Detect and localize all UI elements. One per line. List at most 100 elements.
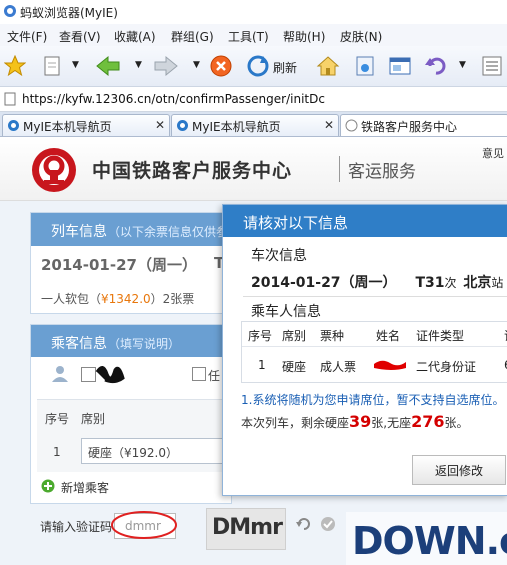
tab-blank-icon xyxy=(345,119,358,132)
refresh-label[interactable]: 刷新 xyxy=(273,59,297,76)
back-arrow-icon xyxy=(96,55,120,77)
seat-select-value: 硬座（¥192.0） xyxy=(88,446,178,460)
tab-bar: MyIE本机导航页 ✕ MyIE本机导航页 ✕ 铁路客户服务中心 xyxy=(0,112,507,137)
forward-button[interactable] xyxy=(152,52,180,80)
menu-favorites[interactable]: 收藏(A) xyxy=(114,28,156,45)
dialog-title: 请核对以下信息 xyxy=(243,214,349,232)
favorites-star-button[interactable] xyxy=(1,52,29,80)
col-header: 证件类型 xyxy=(416,329,465,343)
remain-prefix: 本次列车，剩余硬座 xyxy=(241,416,350,430)
page-icon xyxy=(4,92,16,106)
refresh-icon xyxy=(247,55,269,77)
table-row: 1 硬座 成人票 二代身份证 6 xyxy=(242,346,507,382)
add-icon[interactable] xyxy=(41,479,55,493)
dialog-date: 2014-01-27（周一） xyxy=(251,275,397,291)
option-checkbox[interactable] xyxy=(192,367,206,381)
option-label: 任 xyxy=(208,369,221,383)
window-titlebar: 蚂蚁浏览器(MyIE) xyxy=(0,0,507,24)
down-cc-watermark: DOWN.cc xyxy=(346,512,507,565)
menu-help[interactable]: 帮助(H) xyxy=(283,28,325,45)
undo-dropdown-icon[interactable]: ▼ xyxy=(459,60,466,70)
dialog-table-header: 序号 席别 票种 姓名 证件类型 证 xyxy=(242,322,507,347)
dialog-passenger-table: 序号 席别 票种 姓名 证件类型 证 1 硬座 成人票 二代身份证 6 xyxy=(241,321,507,383)
remain-hard-count: 39 xyxy=(349,412,372,431)
back-button[interactable] xyxy=(94,52,122,80)
refresh-button[interactable] xyxy=(244,52,272,80)
menu-view[interactable]: 查看(V) xyxy=(59,28,101,45)
back-modify-button[interactable]: 返回修改 xyxy=(412,455,506,485)
confirm-dialog: 请核对以下信息 车次信息 2014-01-27（周一） T31次 北京站（ 乘车… xyxy=(222,204,507,496)
forward-dropdown-icon[interactable]: ▼ xyxy=(193,60,200,70)
forward-arrow-icon xyxy=(154,55,178,77)
train-info-note: （以下余票信息仅供参 xyxy=(108,225,229,239)
cell-seat: 硬座 xyxy=(282,360,307,374)
star-icon xyxy=(4,55,26,77)
window-title: 蚂蚁浏览器(MyIE) xyxy=(20,6,118,20)
tab-railway-service[interactable]: 铁路客户服务中心 xyxy=(340,114,507,136)
menu-skin[interactable]: 皮肤(N) xyxy=(340,28,382,45)
menu-file[interactable]: 文件(F) xyxy=(7,28,47,45)
menu-tools[interactable]: 工具(T) xyxy=(228,28,269,45)
window-button[interactable] xyxy=(386,52,414,80)
passenger-checkbox[interactable] xyxy=(81,367,96,382)
train-info-title: 列车信息 xyxy=(51,224,107,240)
refresh-captcha-icon[interactable] xyxy=(296,516,312,532)
tab-myie-nav-2[interactable]: MyIE本机导航页 ✕ xyxy=(171,114,339,136)
tab-close-icon[interactable]: ✕ xyxy=(324,118,334,132)
new-page-button[interactable] xyxy=(38,52,66,80)
feedback-link[interactable]: 意见 xyxy=(482,145,504,161)
seat-info: 一人软包（ xyxy=(41,292,102,306)
tab-label: 铁路客户服务中心 xyxy=(361,120,458,134)
dialog-train-unit: 次 xyxy=(444,276,457,290)
list-button[interactable] xyxy=(478,52,506,80)
dialog-station: 北京 xyxy=(463,275,492,291)
col-header: 席别 xyxy=(282,329,307,343)
cell-id-type: 二代身份证 xyxy=(416,360,477,374)
stop-icon xyxy=(210,55,232,77)
passenger-note[interactable]: （填写说明） xyxy=(108,335,180,352)
seat-price: ¥1342.0 xyxy=(101,292,151,306)
redacted-name-scribble xyxy=(95,366,125,384)
col-header: 序号 xyxy=(248,329,273,343)
site-title: 中国铁路客户服务中心 xyxy=(92,160,293,182)
captcha-text: DMmr xyxy=(212,515,283,540)
header-divider xyxy=(339,156,340,182)
passenger-table: 序号 席别 1 硬座（¥192.0） xyxy=(37,399,231,472)
annotation-ellipse xyxy=(111,511,177,539)
dialog-station-unit: 站（ xyxy=(491,276,507,290)
address-url[interactable]: https://kyfw.12306.cn/otn/confirmPasseng… xyxy=(22,92,325,106)
home-button[interactable] xyxy=(314,52,342,80)
toolbar: ▼ ▼ ▼ 刷新 ▼ xyxy=(0,46,507,87)
train-info-header: 列车信息 （以下余票信息仅供参 xyxy=(31,213,231,246)
train-info-panel: 列车信息 （以下余票信息仅供参 2014-01-27（周一） T 一人软包（¥1… xyxy=(30,212,232,314)
passenger-title: 乘客信息 xyxy=(51,336,107,352)
seat-suffix: ）2张票 xyxy=(150,292,195,306)
address-bar[interactable]: https://kyfw.12306.cn/otn/confirmPasseng… xyxy=(0,87,507,112)
seat-assign-note: 1.系统将随机为您申请席位，暂不支持自选席位。 xyxy=(241,393,505,407)
seat-summary: 一人软包（¥1342.0）2张票 xyxy=(41,290,194,307)
undo-close-button[interactable] xyxy=(422,52,450,80)
page-tools-button[interactable] xyxy=(351,52,379,80)
menu-groups[interactable]: 群组(G) xyxy=(171,28,214,45)
dialog-train-line: 2014-01-27（周一） T31次 北京站（ xyxy=(251,272,507,292)
new-page-icon xyxy=(44,56,60,76)
watermark-text: DOWN.cc xyxy=(352,519,507,563)
back-dropdown-icon[interactable]: ▼ xyxy=(135,60,142,70)
tab-close-icon[interactable]: ✕ xyxy=(155,118,165,132)
cell-no: 1 xyxy=(258,358,266,372)
new-page-dropdown-icon[interactable]: ▼ xyxy=(72,60,79,70)
add-passenger-link[interactable]: 新增乘客 xyxy=(61,479,109,496)
col-no-header: 序号 xyxy=(45,412,70,426)
user-icon xyxy=(52,366,68,382)
col-header: 姓名 xyxy=(376,329,401,343)
tab-myie-nav-1[interactable]: MyIE本机导航页 ✕ xyxy=(2,114,170,136)
undo-icon xyxy=(425,57,446,75)
seat-select[interactable]: 硬座（¥192.0） xyxy=(81,438,231,464)
stop-button[interactable] xyxy=(207,52,235,80)
browser-logo-icon xyxy=(4,5,16,17)
passenger-header: 乘客信息 （填写说明） xyxy=(31,325,231,357)
train-section-title: 车次信息 xyxy=(251,248,307,264)
redacted-name-mark xyxy=(374,360,406,370)
site-subtitle: 客运服务 xyxy=(348,162,416,182)
remain-mid: 张,无座 xyxy=(371,416,412,430)
